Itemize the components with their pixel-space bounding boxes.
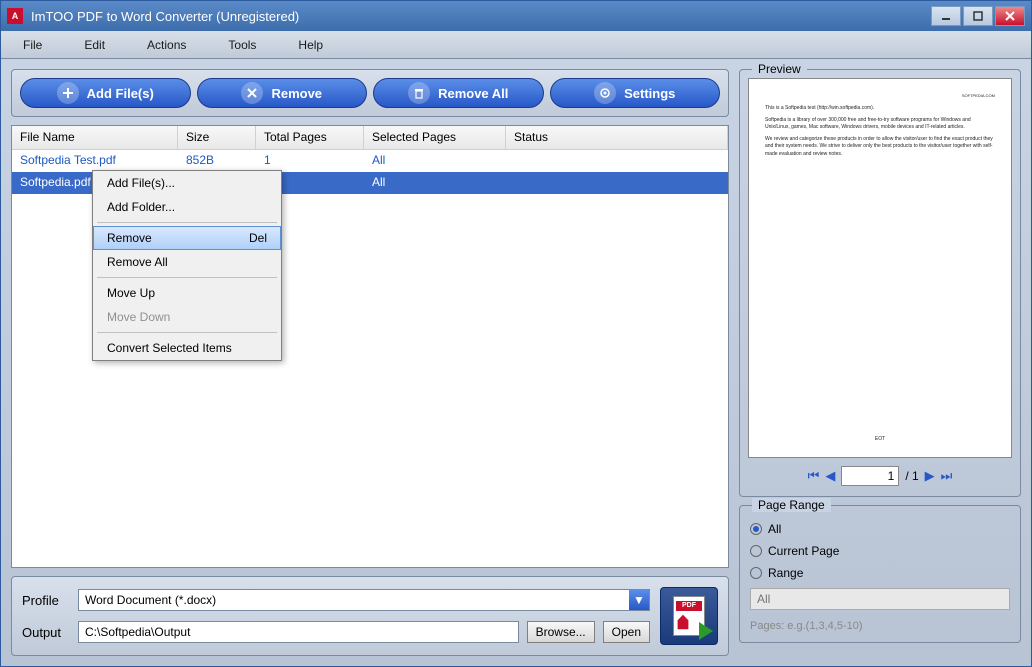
menu-tools[interactable]: Tools [216,34,286,56]
titlebar: A ImTOO PDF to Word Converter (Unregiste… [1,1,1031,31]
minimize-button[interactable] [931,6,961,26]
settings-button[interactable]: Settings [550,78,721,108]
trash-icon [408,82,430,104]
range-input [750,588,1010,610]
app-icon: A [7,8,23,24]
chevron-down-icon: ▼ [629,590,649,610]
preview-panel: Preview SOFTPEDIA.COM This is a Softpedi… [739,69,1021,497]
range-hint: Pages: e.g.(1,3,4,5-10) [750,620,1010,632]
output-label: Output [22,625,70,640]
range-all-option[interactable]: All [750,518,1010,540]
next-page-button[interactable]: ▶ [925,468,935,484]
remove-icon [241,82,263,104]
menu-file[interactable]: File [11,34,72,56]
bottom-bar: Profile Word Document (*.docx) ▼ Output … [11,576,729,656]
remove-all-button[interactable]: Remove All [373,78,544,108]
column-status[interactable]: Status [506,126,728,149]
ctx-move-up[interactable]: Move Up [93,281,281,305]
maximize-button[interactable] [963,6,993,26]
page-input[interactable] [841,466,899,486]
radio-icon [750,545,762,557]
profile-label: Profile [22,593,70,608]
output-input[interactable] [78,621,519,643]
ctx-add-folder[interactable]: Add Folder... [93,195,281,219]
window-title: ImTOO PDF to Word Converter (Unregistere… [31,9,931,24]
ctx-move-down: Move Down [93,305,281,329]
prev-page-button[interactable]: ◀ [825,468,835,484]
ctx-convert[interactable]: Convert Selected Items [93,336,281,360]
separator [97,332,277,333]
page-nav: ⏮ ◀ / 1 ▶ ⏭ [748,458,1012,488]
first-page-button[interactable]: ⏮ [808,468,820,484]
column-selected[interactable]: Selected Pages [364,126,506,149]
range-current-option[interactable]: Current Page [750,540,1010,562]
convert-button[interactable]: PDF [660,587,718,645]
page-range-panel: Page Range All Current Page Range Pages:… [739,505,1021,643]
column-filename[interactable]: File Name [12,126,178,149]
file-list: File Name Size Total Pages Selected Page… [11,125,729,568]
add-files-button[interactable]: Add File(s) [20,78,191,108]
menu-edit[interactable]: Edit [72,34,135,56]
menu-help[interactable]: Help [286,34,353,56]
radio-icon [750,567,762,579]
remove-button[interactable]: Remove [197,78,368,108]
close-button[interactable] [995,6,1025,26]
page-total: / 1 [905,469,918,483]
add-icon [57,82,79,104]
radio-icon [750,523,762,535]
ctx-add-files[interactable]: Add File(s)... [93,171,281,195]
separator [97,222,277,223]
table-row[interactable]: Softpedia Test.pdf 852B 1 All [12,150,728,172]
menubar: File Edit Actions Tools Help [1,31,1031,59]
range-label: Page Range [752,498,831,512]
context-menu: Add File(s)... Add Folder... Remove Del … [92,170,282,361]
gear-icon [594,82,616,104]
browse-button[interactable]: Browse... [527,621,595,643]
separator [97,277,277,278]
preview-label: Preview [752,62,807,76]
column-size[interactable]: Size [178,126,256,149]
toolbar: Add File(s) Remove Remove All Settings [11,69,729,117]
open-button[interactable]: Open [603,621,650,643]
ctx-remove[interactable]: Remove Del [93,226,281,250]
preview-page: SOFTPEDIA.COM This is a Softpedia test (… [748,78,1012,458]
arrow-icon [699,622,713,640]
column-total[interactable]: Total Pages [256,126,364,149]
list-header: File Name Size Total Pages Selected Page… [12,126,728,150]
range-range-option[interactable]: Range [750,562,1010,584]
main-window: A ImTOO PDF to Word Converter (Unregiste… [0,0,1032,667]
menu-actions[interactable]: Actions [135,34,216,56]
profile-select[interactable]: Word Document (*.docx) ▼ [78,589,650,611]
last-page-button[interactable]: ⏭ [941,468,953,484]
ctx-remove-all[interactable]: Remove All [93,250,281,274]
